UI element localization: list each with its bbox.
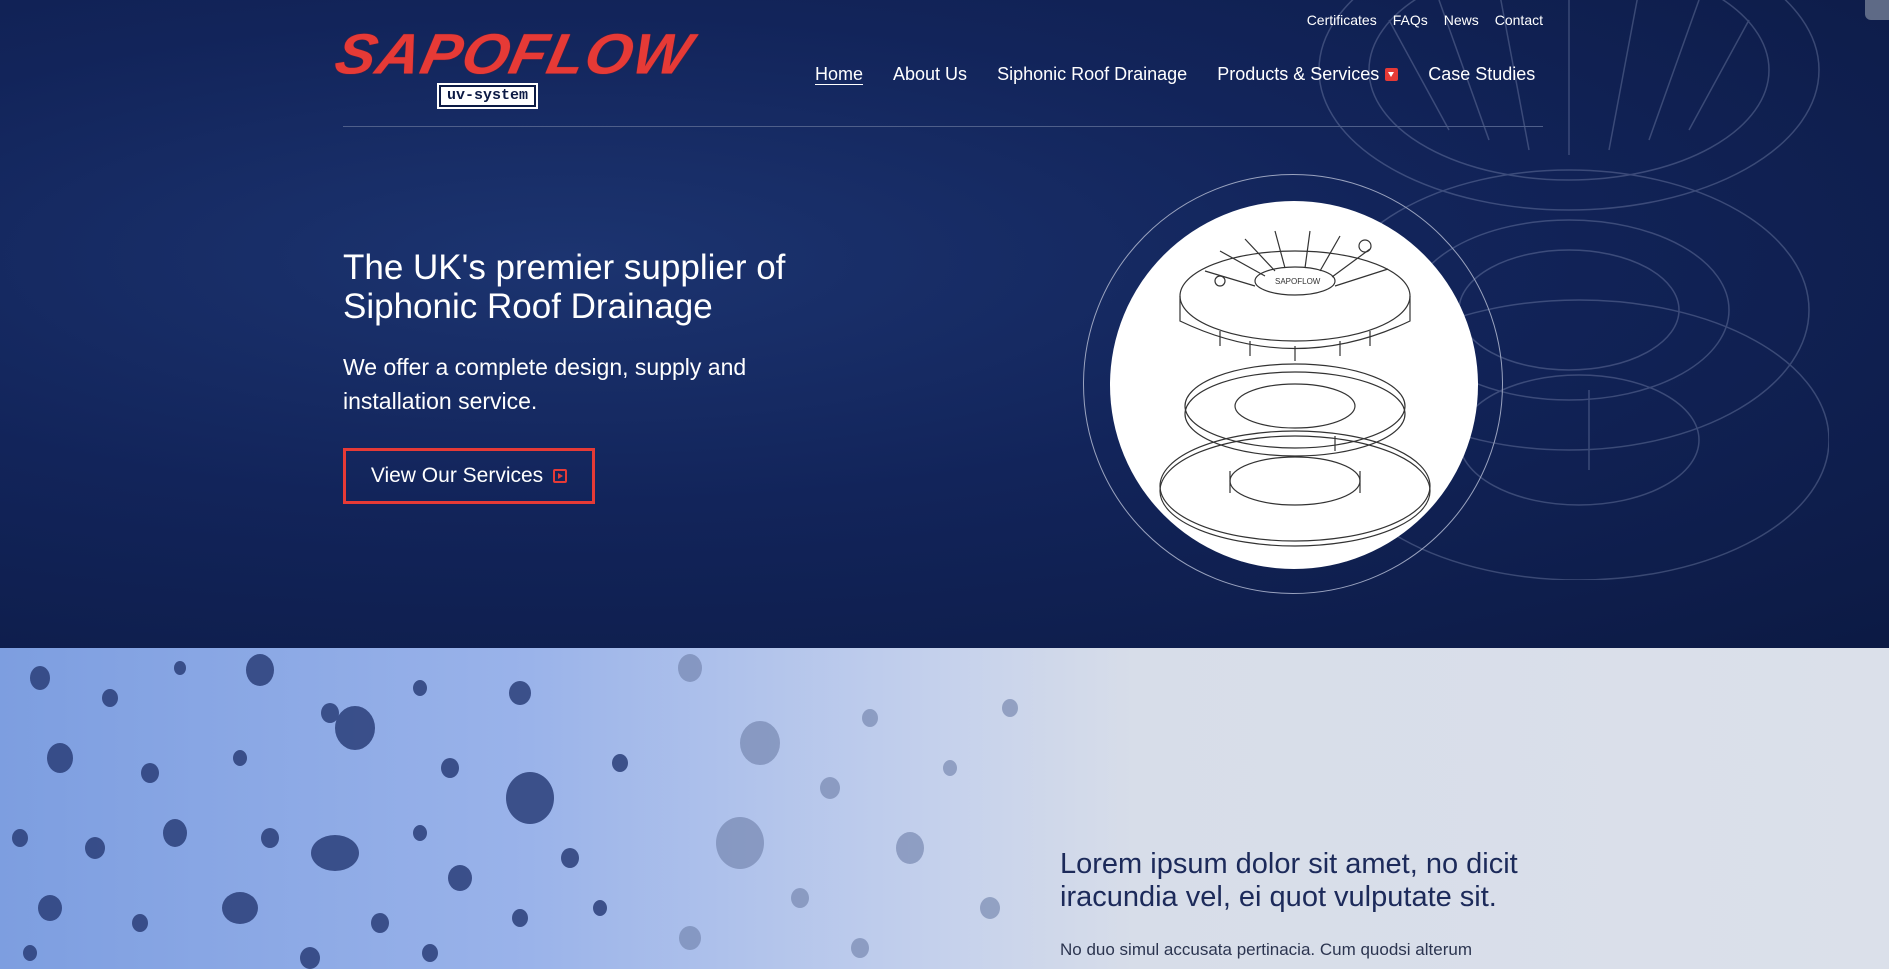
header-divider xyxy=(343,126,1543,127)
nav-item-home[interactable]: Home xyxy=(815,64,863,85)
intro-title: Lorem ipsum dolor sit amet, no dicit ira… xyxy=(1060,848,1518,913)
hero-headline: The UK's premier supplier of Siphonic Ro… xyxy=(343,248,786,326)
top-utility-nav: Certificates FAQs News Contact xyxy=(1307,12,1543,28)
top-link-news[interactable]: News xyxy=(1444,12,1479,28)
water-droplets-image xyxy=(12,654,1018,969)
product-badge-text: SAPOFLOW xyxy=(1275,277,1321,286)
site-logo[interactable]: SAPOFLOW uv-system xyxy=(330,22,715,110)
hero-subline: We offer a complete design, supply and i… xyxy=(343,354,747,414)
view-services-button[interactable]: View Our Services xyxy=(343,448,595,504)
top-link-contact[interactable]: Contact xyxy=(1495,12,1543,28)
view-services-label: View Our Services xyxy=(370,464,544,487)
chevron-down-icon[interactable] xyxy=(1385,68,1399,81)
nav-item-products-services[interactable]: Products & Services xyxy=(1217,64,1399,85)
logo-wordmark: SAPOFLOW xyxy=(329,22,699,86)
scrollbar-thumb[interactable] xyxy=(1865,0,1889,20)
nav-item-about-us[interactable]: About Us xyxy=(893,64,967,85)
top-link-faqs[interactable]: FAQs xyxy=(1393,12,1428,28)
nav-item-products-services-label[interactable]: Products & Services xyxy=(1217,64,1379,85)
logo-badge: uv-system xyxy=(436,83,539,109)
top-link-certificates[interactable]: Certificates xyxy=(1307,12,1377,28)
intro-text: No duo simul accusata pertinacia. Cum qu… xyxy=(1060,940,1472,959)
product-image: SAPOFLOW xyxy=(1110,201,1478,569)
nav-item-case-studies[interactable]: Case Studies xyxy=(1428,64,1535,85)
play-icon xyxy=(553,469,568,483)
intro-section: Lorem ipsum dolor sit amet, no dicit ira… xyxy=(0,648,1889,969)
roof-outlet-drawing: SAPOFLOW xyxy=(1159,230,1431,547)
main-nav: Home About Us Siphonic Roof Drainage Pro… xyxy=(815,64,1535,85)
nav-item-siphonic-roof-drainage[interactable]: Siphonic Roof Drainage xyxy=(997,64,1187,85)
hero-section: Certificates FAQs News Contact SAPOFLOW … xyxy=(0,0,1889,648)
